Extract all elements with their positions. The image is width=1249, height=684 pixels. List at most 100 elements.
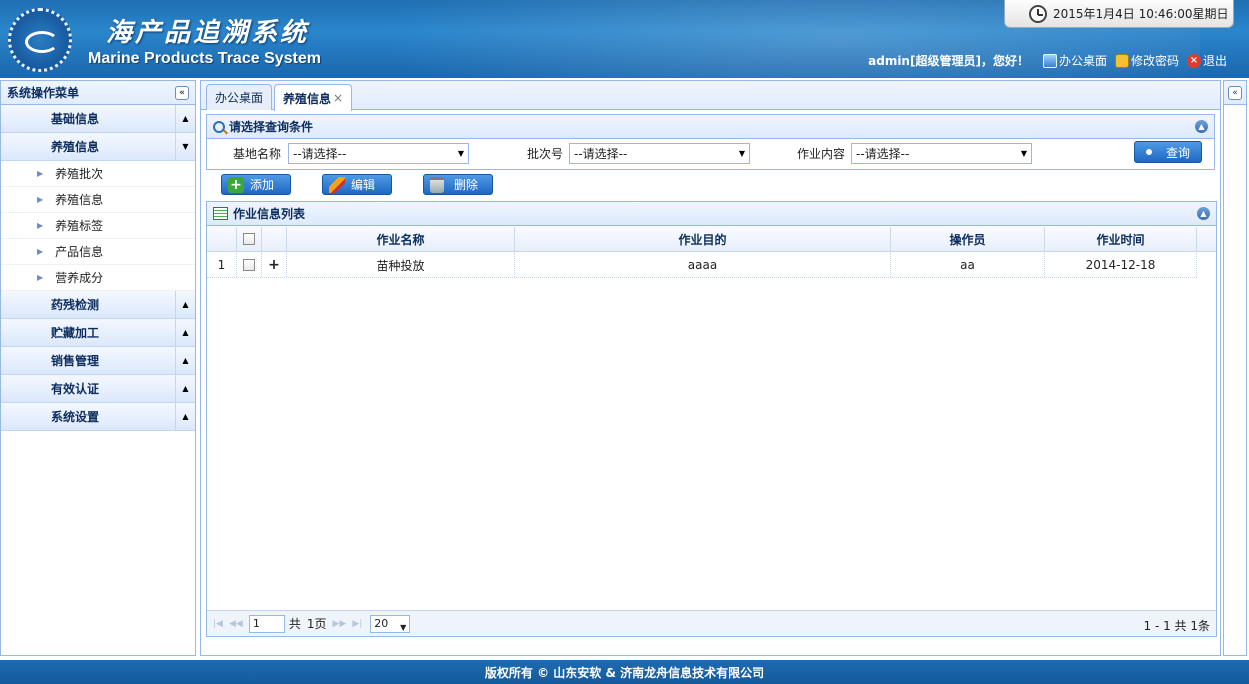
sidebar-section-storage[interactable]: 贮藏加工 ▲ [1,319,195,347]
tab-desktop[interactable]: 办公桌面 [206,84,273,110]
sidebar-section-breeding[interactable]: 养殖信息 ▼ [1,133,195,161]
work-content-value: --请选择-- [856,146,910,161]
sidebar-section-certification[interactable]: 有效认证 ▲ [1,375,195,403]
main-content: 办公桌面 养殖信息 × 请选择查询条件 ▲ 基地名称 --请选择-- ▼ 批次号… [200,80,1221,656]
edit-button-label: 编辑 [351,178,376,192]
delete-button-label: 删除 [454,178,479,192]
user-bar: admin[超级管理员]，您好！ 办公桌面 修改密码 × 退出 [868,52,1227,69]
grid-panel-title: 作业信息列表 [233,207,306,221]
sidebar-section-basic[interactable]: 基础信息 ▲ [1,105,195,133]
chevron-up-icon[interactable]: ▲ [175,375,195,402]
pagination-bar: |◀ ◀◀ 1 共 1页 ▶▶ ▶| 20 ▼ 1 - 1 共 1条 [207,610,1216,636]
sidebar-item-label: 养殖批次 [55,167,104,181]
sidebar-section-sales[interactable]: 销售管理 ▲ [1,347,195,375]
col-operator[interactable]: 操作员 [891,227,1045,251]
collapse-panel-icon[interactable]: ▲ [1197,207,1210,220]
page-size-value: 20 [374,616,389,630]
grid-header: 作业名称 作业目的 操作员 作业时间 [207,227,1216,252]
expand-header [262,227,287,251]
dropdown-arrow-icon: ▼ [738,148,745,158]
page-number-input[interactable]: 1 [248,614,285,633]
change-password-label: 修改密码 [1130,54,1179,68]
sidebar-section-label: 系统设置 [51,410,100,424]
close-icon[interactable]: × [333,91,343,105]
dropdown-arrow-icon: ▼ [457,148,464,158]
sidebar-header: 系统操作菜单 « [1,81,195,105]
tab-breeding-info[interactable]: 养殖信息 × [274,84,353,111]
chevron-up-icon[interactable]: ▲ [175,319,195,346]
search-button-label: 查询 [1165,145,1190,160]
delete-button[interactable]: 删除 [423,174,493,195]
row-checkbox[interactable] [243,259,255,271]
triangle-right-icon: ▶ [37,247,44,256]
chevron-down-icon[interactable]: ▼ [175,133,195,160]
chevron-up-icon[interactable]: ▲ [175,105,195,132]
select-all-cell [237,227,262,251]
fish-icon [25,31,59,53]
sidebar-section-label: 贮藏加工 [51,326,100,340]
batch-no-select[interactable]: --请选择-- ▼ [569,142,750,164]
clock-icon [1029,4,1047,23]
footer: 版权所有 © 山东安软 & 济南龙舟信息技术有限公司 [0,660,1249,684]
batch-no-label: 批次号 [527,146,564,161]
base-name-select[interactable]: --请选择-- ▼ [288,142,469,164]
desktop-link[interactable]: 办公桌面 [1042,52,1107,69]
datetime-display: 2015年1月4日 10:46:00星期日 [1004,0,1234,28]
query-panel-title: 请选择查询条件 [229,120,314,134]
batch-no-value: --请选择-- [574,146,628,161]
chevron-up-icon[interactable]: ▲ [175,403,195,430]
copyright-text: 版权所有 © 山东安软 & 济南龙舟信息技术有限公司 [484,665,765,680]
sidebar-section-label: 基础信息 [51,112,100,126]
expand-row-icon[interactable]: + [262,253,287,277]
sidebar-item-product-info[interactable]: ▶ 产品信息 [1,239,195,265]
col-work-time[interactable]: 作业时间 [1045,227,1197,251]
table-row[interactable]: 1 + 苗种投放 aaaa aa 2014-12-18 [207,253,1197,278]
sidebar-item-label: 产品信息 [55,245,104,259]
prev-page-icon[interactable]: ◀◀ [229,619,243,629]
sidebar-item-breeding-info[interactable]: ▶ 养殖信息 [1,187,195,213]
logo [8,8,72,72]
last-page-icon[interactable]: ▶| [352,619,362,629]
sidebar: 系统操作菜单 « 基础信息 ▲ 养殖信息 ▼ ▶ 养殖批次 ▶ 养殖信息 ▶ 养殖标签… [0,80,196,656]
page-size-select[interactable]: 20 ▼ [370,614,411,633]
desktop-link-label: 办公桌面 [1058,54,1107,68]
add-button[interactable]: + 添加 [221,174,291,195]
edit-button[interactable]: 编辑 [322,174,392,195]
sidebar-section-label: 有效认证 [51,382,100,396]
sidebar-section-settings[interactable]: 系统设置 ▲ [1,403,195,431]
collapse-left-icon[interactable]: « [175,85,189,100]
sidebar-section-residue[interactable]: 药残检测 ▲ [1,291,195,319]
select-all-checkbox[interactable] [243,233,255,245]
chevron-up-icon[interactable]: ▲ [175,347,195,374]
col-work-name[interactable]: 作业名称 [287,227,515,251]
tab-label: 办公桌面 [215,91,264,105]
page-total-prefix: 共 [288,617,301,631]
sidebar-section-label: 养殖信息 [51,140,100,154]
row-number-header [207,227,237,251]
logout-link[interactable]: × 退出 [1186,52,1227,69]
sidebar-item-label: 养殖标签 [55,219,104,233]
search-button[interactable]: 查询 [1134,141,1202,163]
sidebar-item-label: 养殖信息 [55,193,104,207]
user-greeting: admin[超级管理员]，您好！ [868,54,1029,68]
first-page-icon[interactable]: |◀ [213,619,223,629]
sidebar-item-breeding-label[interactable]: ▶ 养殖标签 [1,213,195,239]
sidebar-section-label: 销售管理 [51,354,100,368]
list-icon [213,207,228,220]
query-panel: 请选择查询条件 ▲ 基地名称 --请选择-- ▼ 批次号 --请选择-- ▼ 作… [206,114,1215,170]
change-password-link[interactable]: 修改密码 [1114,52,1179,69]
app-header: 海产品追溯系统 Marine Products Trace System 201… [0,0,1249,78]
sidebar-item-breeding-batch[interactable]: ▶ 养殖批次 [1,161,195,187]
sidebar-item-nutrition[interactable]: ▶ 营养成分 [1,265,195,291]
expand-right-icon[interactable]: « [1228,85,1242,100]
work-content-label: 作业内容 [797,146,846,161]
next-page-icon[interactable]: ▶▶ [332,619,346,629]
sidebar-item-label: 营养成分 [55,271,104,285]
lock-icon [1114,53,1129,68]
triangle-right-icon: ▶ [37,169,44,178]
chevron-up-icon[interactable]: ▲ [175,291,195,318]
collapse-panel-icon[interactable]: ▲ [1195,120,1208,133]
work-content-select[interactable]: --请选择-- ▼ [851,142,1032,164]
app-title-en: Marine Products Trace System [88,50,321,67]
col-work-purpose[interactable]: 作业目的 [515,227,891,251]
